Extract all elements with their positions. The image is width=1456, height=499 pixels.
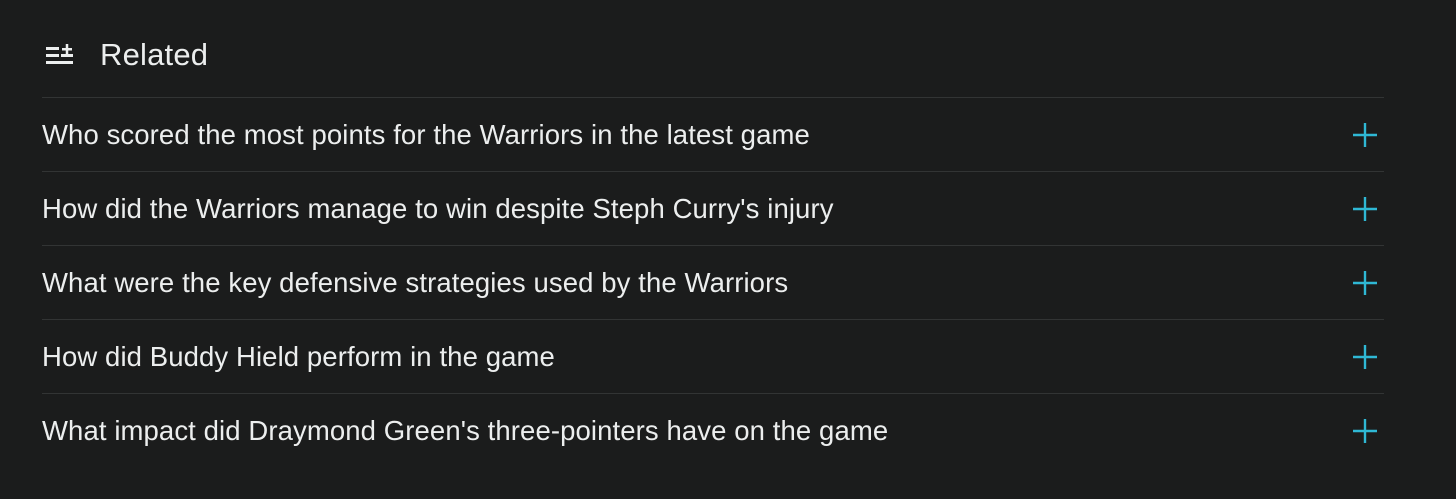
related-title: Related bbox=[100, 36, 209, 72]
related-header: Related bbox=[42, 0, 1384, 97]
related-item-label: Who scored the most points for the Warri… bbox=[42, 118, 810, 150]
related-item-label: How did the Warriors manage to win despi… bbox=[42, 192, 834, 224]
related-list: Who scored the most points for the Warri… bbox=[42, 97, 1384, 467]
plus-icon[interactable] bbox=[1352, 418, 1378, 444]
plus-icon[interactable] bbox=[1352, 270, 1378, 296]
related-item[interactable]: Who scored the most points for the Warri… bbox=[42, 98, 1384, 172]
related-section: Related Who scored the most points for t… bbox=[42, 0, 1384, 467]
plus-icon[interactable] bbox=[1352, 196, 1378, 222]
related-item-label: What were the key defensive strategies u… bbox=[42, 266, 789, 298]
related-item[interactable]: What impact did Draymond Green's three-p… bbox=[42, 394, 1384, 467]
plus-icon[interactable] bbox=[1352, 122, 1378, 148]
related-item-label: How did Buddy Hield perform in the game bbox=[42, 340, 555, 372]
related-item[interactable]: What were the key defensive strategies u… bbox=[42, 246, 1384, 320]
related-item-label: What impact did Draymond Green's three-p… bbox=[42, 414, 889, 446]
plus-icon[interactable] bbox=[1352, 344, 1378, 370]
list-plus-icon bbox=[46, 42, 80, 68]
related-item[interactable]: How did Buddy Hield perform in the game bbox=[42, 320, 1384, 394]
related-item[interactable]: How did the Warriors manage to win despi… bbox=[42, 172, 1384, 246]
